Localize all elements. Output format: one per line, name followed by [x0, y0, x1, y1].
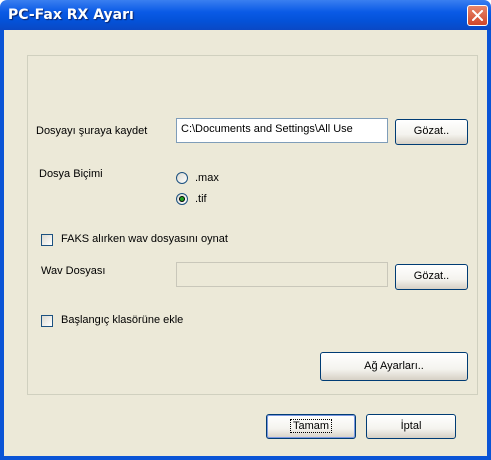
ok-button[interactable]: Tamam: [266, 414, 356, 439]
format-tif-radio[interactable]: [176, 193, 188, 205]
close-icon: [472, 10, 483, 21]
wav-file-browse-label: Gözat..: [413, 270, 450, 282]
format-max-radio[interactable]: [176, 172, 188, 184]
window-title: PC-Fax RX Ayarı: [8, 7, 134, 23]
startup-label[interactable]: Başlangıç klasörüne ekle: [61, 314, 183, 326]
play-wav-label[interactable]: FAKS alırken wav dosyasını oynat: [61, 233, 228, 245]
save-location-label: Dosyayı şuraya kaydet: [36, 125, 148, 137]
title-bar[interactable]: PC-Fax RX Ayarı: [0, 0, 491, 30]
format-max-label[interactable]: .max: [195, 172, 219, 184]
dialog-window: PC-Fax RX Ayarı Dosyayı şuraya kaydet C:…: [0, 0, 491, 460]
settings-group-box: [27, 55, 478, 395]
window-frame-right: [487, 30, 491, 460]
cancel-button-label: İptal: [400, 420, 422, 432]
ok-button-label: Tamam: [289, 419, 333, 433]
play-wav-checkbox[interactable]: [41, 234, 53, 246]
file-format-label: Dosya Biçimi: [39, 168, 103, 180]
save-location-input[interactable]: C:\Documents and Settings\All Use: [176, 118, 388, 143]
wav-file-input[interactable]: [176, 262, 388, 287]
network-settings-label: Ağ Ayarları..: [364, 360, 424, 372]
save-location-browse-button[interactable]: Gözat..: [395, 119, 468, 145]
save-location-browse-label: Gözat..: [413, 125, 450, 137]
network-settings-button[interactable]: Ağ Ayarları..: [320, 352, 468, 381]
cancel-button[interactable]: İptal: [366, 414, 456, 439]
format-tif-label[interactable]: .tif: [195, 193, 207, 205]
startup-checkbox[interactable]: [41, 315, 53, 327]
wav-file-label: Wav Dosyası: [41, 265, 106, 277]
window-frame-bottom: [0, 456, 491, 460]
wav-file-browse-button[interactable]: Gözat..: [395, 264, 468, 290]
close-button[interactable]: [467, 5, 488, 26]
